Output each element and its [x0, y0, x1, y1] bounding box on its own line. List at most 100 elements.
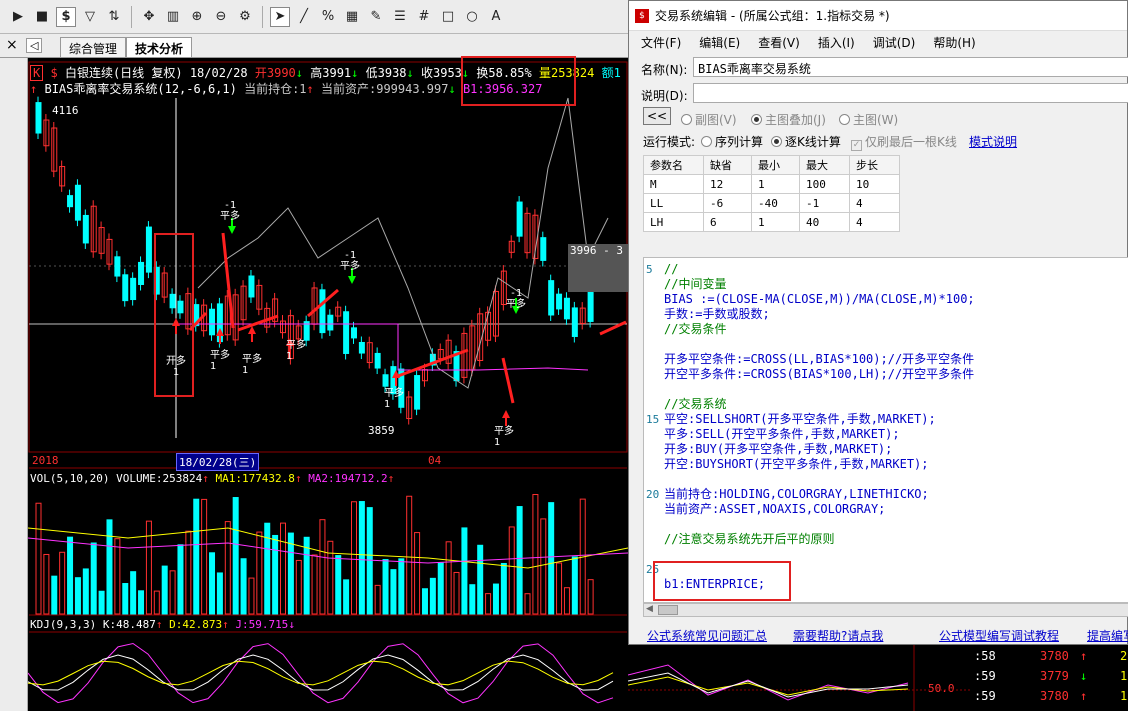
chevron-left-icon[interactable]: ◀: [646, 604, 653, 614]
code-line[interactable]: //注意交易系统先开后平的原则: [664, 532, 834, 547]
table-row[interactable]: M 12 1 100 10: [643, 174, 900, 194]
filter-icon[interactable]: ▽: [80, 7, 100, 27]
kdj-j-line: [28, 642, 614, 704]
code-editor[interactable]: 5 ////中间变量 BIAS :=(CLOSE-MA(CLOSE,M))/MA(C…: [643, 257, 1128, 603]
code-line[interactable]: 当前资产:ASSET,NOAXIS,COLORGRAY;: [664, 502, 885, 517]
menu-edit[interactable]: 编辑(E): [699, 34, 740, 51]
pen-icon[interactable]: ✎: [366, 7, 386, 27]
volume-bar: [201, 498, 208, 615]
volume-bar: [406, 495, 413, 615]
rect-icon[interactable]: □: [438, 7, 458, 27]
link-advanced[interactable]: 提高编写: [1087, 627, 1128, 644]
candle-body: [67, 195, 74, 208]
percent-icon[interactable]: %: [318, 7, 338, 27]
link-faq[interactable]: 公式系统常见问题汇总: [647, 627, 767, 644]
refresh-last-checkbox[interactable]: ✓ 仅刷最后一根K线: [851, 133, 957, 151]
param-cell[interactable]: 1: [751, 212, 800, 232]
param-cell[interactable]: 1: [751, 174, 800, 194]
code-line[interactable]: //交易条件: [664, 322, 726, 337]
radio-mainchart[interactable]: 主图(W): [839, 111, 898, 128]
code-line[interactable]: BIAS :=(CLOSE-MA(CLOSE,M))/MA(CLOSE,M)*1…: [664, 292, 975, 307]
cursor-icon[interactable]: ➤: [270, 6, 290, 27]
param-cell[interactable]: LL: [643, 193, 704, 213]
dollar-icon[interactable]: $: [56, 6, 76, 27]
text-icon[interactable]: A: [486, 7, 506, 27]
radio-overlay[interactable]: 主图叠加(J): [751, 111, 826, 128]
stop-icon[interactable]: ■: [32, 7, 52, 27]
tab-overview[interactable]: 综合管理: [60, 37, 127, 57]
menu-help[interactable]: 帮助(H): [933, 34, 975, 51]
code-line[interactable]: 开空:BUYSHORT(开空平多条件,手数,MARKET);: [664, 457, 929, 472]
play-icon[interactable]: ▶: [8, 7, 28, 27]
kdj-label: KDJ(9,3,3): [30, 618, 97, 631]
desc-field[interactable]: [693, 83, 1128, 103]
menu-file[interactable]: 文件(F): [641, 34, 681, 51]
param-cell[interactable]: 6: [703, 212, 752, 232]
param-cell[interactable]: 4: [849, 212, 900, 232]
collapse-button[interactable]: <<: [643, 107, 671, 125]
param-cell[interactable]: 12: [703, 174, 752, 194]
mode-help-link[interactable]: 模式说明: [969, 133, 1017, 150]
chart-type-badge[interactable]: K: [30, 65, 44, 81]
link-tutorial[interactable]: 公式模型编写调试教程: [939, 627, 1059, 644]
fit-icon[interactable]: ⇅: [104, 7, 124, 27]
code-line[interactable]: 平多:SELL(开空平多条件,手数,MARKET);: [664, 427, 900, 442]
zoom-in-icon[interactable]: ⊕: [187, 7, 207, 27]
fib-icon[interactable]: ☰: [390, 7, 410, 27]
volume-bar: [319, 519, 326, 615]
volume-header: VOL(5,10,20) VOLUME:253824↑ MA1:177432.8…: [30, 472, 394, 485]
code-line[interactable]: 开多平空条件:=CROSS(LL,BIAS*100);//开多平空条件: [664, 352, 974, 367]
param-cell[interactable]: 40: [799, 212, 850, 232]
radio-series[interactable]: 序列计算: [701, 133, 763, 150]
line-icon[interactable]: ╱: [294, 7, 314, 27]
back-icon[interactable]: ◁: [26, 38, 43, 53]
code-line[interactable]: //交易系统: [664, 397, 726, 412]
circle-icon[interactable]: ○: [462, 7, 482, 27]
menu-debug[interactable]: 调试(D): [873, 34, 916, 51]
param-cell[interactable]: -1: [799, 193, 850, 213]
param-cell[interactable]: LH: [643, 212, 704, 232]
bars-icon[interactable]: ▥: [163, 7, 183, 27]
code-line[interactable]: 平空:SELLSHORT(开多平空条件,手数,MARKET);: [664, 412, 936, 427]
zoom-out-icon[interactable]: ⊖: [211, 7, 231, 27]
param-cell[interactable]: M: [643, 174, 704, 194]
hash-icon[interactable]: #: [414, 7, 434, 27]
volume-bar: [453, 571, 460, 615]
grid-icon[interactable]: ▦: [342, 7, 362, 27]
code-line[interactable]: //中间变量: [664, 277, 726, 292]
horizontal-scrollbar[interactable]: ◀: [643, 603, 1128, 617]
menu-view[interactable]: 查看(V): [758, 34, 800, 51]
code-line[interactable]: 开空平多条件:=CROSS(BIAS*100,LH);//开空平多条件: [664, 367, 974, 382]
code-line[interactable]: //: [664, 262, 678, 277]
volume-bar: [193, 498, 200, 615]
param-cell[interactable]: -6: [703, 193, 752, 213]
param-cell[interactable]: -40: [751, 193, 800, 213]
editor-titlebar[interactable]: $ 交易系统编辑 - (所属公式组：1.指标交易 *): [629, 1, 1127, 31]
table-row[interactable]: LL -6 -40 -1 4: [643, 193, 900, 213]
param-cell[interactable]: 100: [799, 174, 850, 194]
kline-chart[interactable]: K $ 白银连续(日线 复权) 18/02/28 开3990↓ 高3991↓ 低…: [28, 56, 628, 711]
kdj-extension: [628, 645, 970, 711]
move-icon[interactable]: ✥: [139, 7, 159, 27]
radio-per-bar[interactable]: 逐K线计算: [771, 133, 841, 150]
code-line[interactable]: 手数:=手数或股数;: [664, 307, 770, 322]
link-help[interactable]: 需要帮助?请点我: [793, 627, 883, 644]
scroll-thumb[interactable]: [658, 605, 678, 615]
arrow-down-icon: ↓: [295, 66, 304, 80]
table-row[interactable]: LH 6 1 40 4: [643, 212, 900, 232]
name-field[interactable]: BIAS乖离率交易系统: [693, 57, 1128, 77]
tab-technical[interactable]: 技术分析: [126, 37, 193, 57]
param-cell[interactable]: 10: [849, 174, 900, 194]
menu-insert[interactable]: 插入(I): [818, 34, 855, 51]
volume-bar: [382, 559, 389, 615]
gear-icon[interactable]: ⚙: [235, 7, 255, 27]
kdj-k-line-ext: [628, 672, 909, 698]
candle-body: [350, 327, 357, 339]
radio-subchart[interactable]: 副图(V): [681, 111, 737, 128]
param-cell[interactable]: 4: [849, 193, 900, 213]
radio-icon: [771, 136, 782, 147]
code-line[interactable]: 当前持仓:HOLDING,COLORGRAY,LINETHICKO;: [664, 487, 929, 502]
params-header: 最小: [751, 155, 800, 175]
close-icon[interactable]: ×: [6, 37, 18, 53]
code-line[interactable]: 开多:BUY(开多平空条件,手数,MARKET);: [664, 442, 892, 457]
